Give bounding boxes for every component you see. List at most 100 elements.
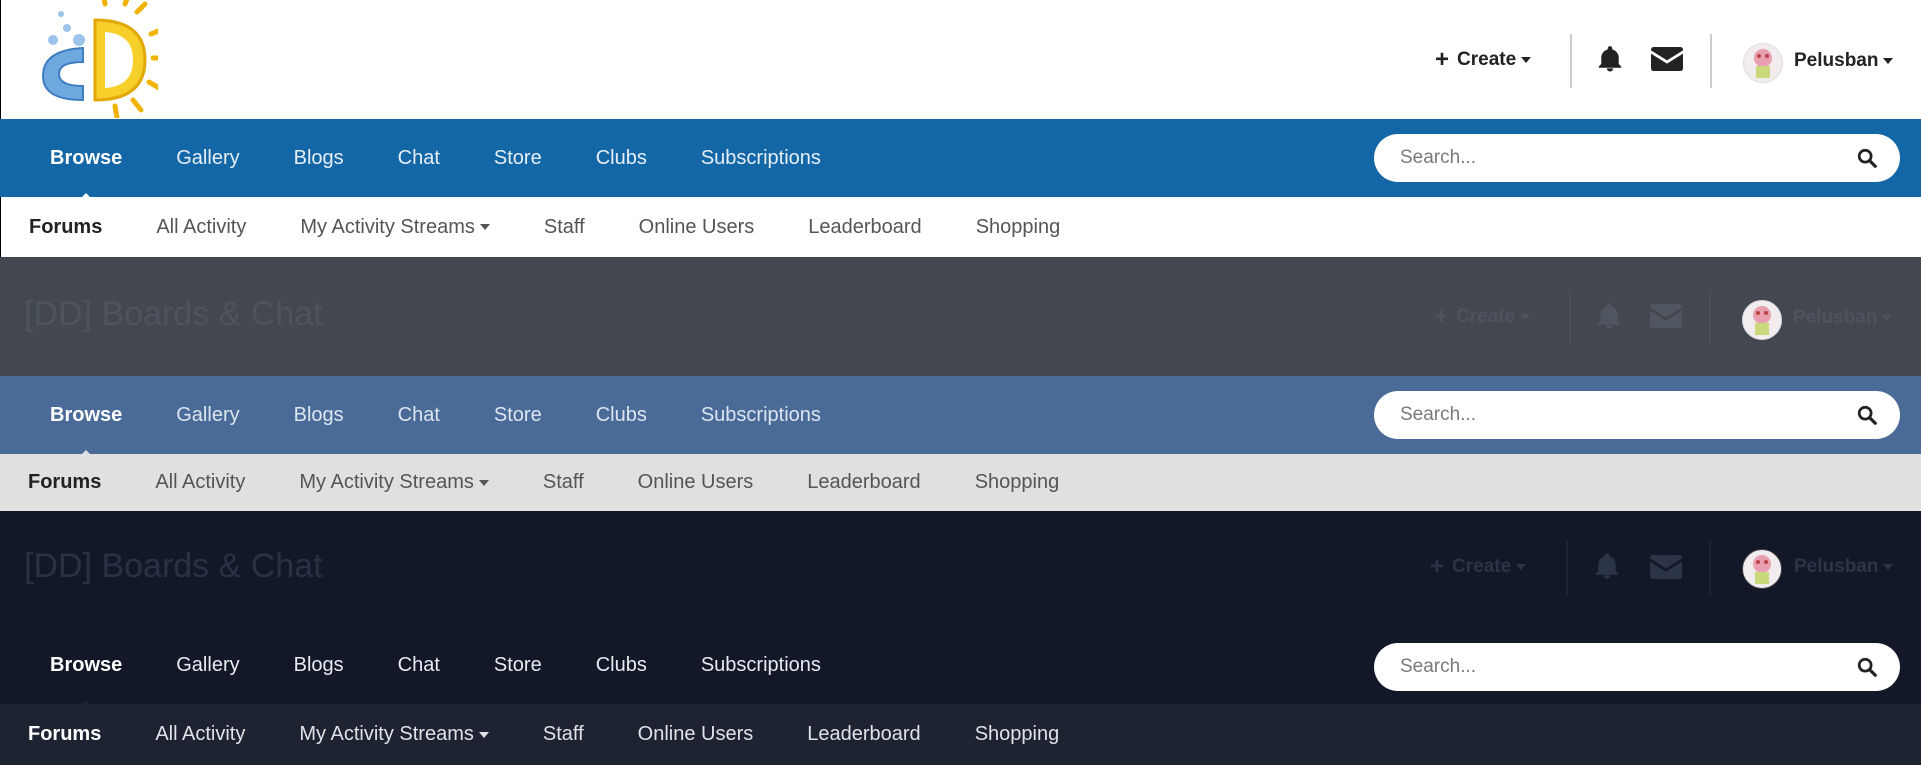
- caret-down-icon: [478, 479, 489, 486]
- user-menu[interactable]: Pelusban: [1794, 50, 1894, 72]
- site-title[interactable]: [DD] Boards & Chat: [24, 547, 323, 586]
- subnav-shopping[interactable]: Shopping: [976, 216, 1061, 239]
- nav-store[interactable]: Store: [494, 404, 542, 427]
- subnav-online-users[interactable]: Online Users: [639, 216, 755, 239]
- caret-down-icon: [1516, 564, 1527, 570]
- separator: [1570, 34, 1572, 88]
- nav-clubs[interactable]: Clubs: [596, 654, 647, 677]
- subnav-staff[interactable]: Staff: [544, 216, 585, 239]
- caret-down-icon: [479, 224, 490, 230]
- subnav-forums[interactable]: Forums: [28, 471, 101, 494]
- nav-store[interactable]: Store: [494, 654, 542, 677]
- header-light: + Create Pelusban: [0, 0, 1921, 119]
- search-input[interactable]: [1398, 146, 1822, 170]
- nav-subscriptions[interactable]: Subscriptions: [701, 404, 821, 427]
- separator: [1709, 291, 1711, 345]
- subnav-online-users[interactable]: Online Users: [638, 471, 754, 494]
- avatar[interactable]: [1742, 300, 1782, 340]
- subnav-shopping[interactable]: Shopping: [975, 723, 1060, 746]
- subnav-all-activity[interactable]: All Activity: [156, 216, 246, 239]
- sub-nav-slate: Forums All Activity My Activity Streams …: [0, 454, 1921, 511]
- nav-browse[interactable]: Browse: [50, 147, 122, 170]
- envelope-icon[interactable]: [1651, 46, 1683, 72]
- plus-icon: +: [1434, 303, 1449, 330]
- avatar-image: [1753, 555, 1771, 584]
- create-label: Create: [1456, 306, 1516, 327]
- caret-down-icon: [1882, 315, 1893, 321]
- caret-down-icon: [1883, 564, 1894, 570]
- username: Pelusban: [1793, 307, 1878, 328]
- envelope-icon[interactable]: [1650, 554, 1682, 580]
- search-bar: [1374, 643, 1900, 691]
- subnav-staff[interactable]: Staff: [543, 723, 584, 746]
- plus-icon: +: [1430, 553, 1445, 580]
- nav-chat[interactable]: Chat: [398, 654, 440, 677]
- sub-nav-dark: Forums All Activity My Activity Streams …: [0, 704, 1921, 765]
- subnav-forums[interactable]: Forums: [29, 216, 102, 239]
- envelope-icon[interactable]: [1650, 303, 1682, 329]
- username: Pelusban: [1794, 556, 1879, 577]
- subnav-my-activity-streams[interactable]: My Activity Streams: [299, 723, 489, 746]
- search-icon[interactable]: [1856, 404, 1878, 426]
- subnav-all-activity[interactable]: All Activity: [155, 723, 245, 746]
- bell-icon[interactable]: [1594, 301, 1624, 331]
- site-logo[interactable]: [33, 0, 158, 118]
- search-input[interactable]: [1398, 403, 1822, 427]
- subnav-all-activity[interactable]: All Activity: [155, 471, 245, 494]
- subnav-my-activity-streams-label: My Activity Streams: [300, 215, 475, 238]
- header-dark: [DD] Boards & Chat + Create Pelusban: [0, 511, 1921, 630]
- subnav-staff[interactable]: Staff: [543, 471, 584, 494]
- main-nav-slate: Browse Gallery Blogs Chat Store Clubs Su…: [0, 376, 1921, 454]
- create-menu[interactable]: + Create: [1430, 553, 1527, 580]
- nav-blogs[interactable]: Blogs: [294, 147, 344, 170]
- nav-clubs[interactable]: Clubs: [596, 147, 647, 170]
- subnav-forums[interactable]: Forums: [28, 723, 101, 746]
- avatar[interactable]: [1743, 43, 1783, 83]
- nav-browse[interactable]: Browse: [50, 654, 122, 677]
- nav-gallery[interactable]: Gallery: [176, 654, 239, 677]
- user-menu[interactable]: Pelusban: [1794, 556, 1894, 578]
- site-title[interactable]: [DD] Boards & Chat: [24, 295, 323, 334]
- subnav-shopping[interactable]: Shopping: [975, 471, 1060, 494]
- user-menu[interactable]: Pelusban: [1793, 307, 1893, 329]
- nav-gallery[interactable]: Gallery: [176, 404, 239, 427]
- separator: [1566, 541, 1568, 595]
- nav-browse[interactable]: Browse: [50, 404, 122, 427]
- subnav-leaderboard[interactable]: Leaderboard: [807, 723, 920, 746]
- main-nav-light: Browse Gallery Blogs Chat Store Clubs Su…: [0, 119, 1921, 197]
- nav-gallery[interactable]: Gallery: [176, 147, 239, 170]
- caret-down-icon: [478, 731, 489, 738]
- bell-icon[interactable]: [1592, 551, 1622, 581]
- subnav-online-users[interactable]: Online Users: [638, 723, 754, 746]
- subnav-my-activity-streams[interactable]: My Activity Streams: [300, 215, 490, 239]
- create-label: Create: [1452, 556, 1512, 577]
- subnav-my-activity-streams[interactable]: My Activity Streams: [299, 471, 489, 494]
- subnav-my-activity-streams-label: My Activity Streams: [299, 723, 474, 745]
- create-label: Create: [1457, 49, 1517, 70]
- caret-down-icon: [1520, 314, 1531, 320]
- nav-blogs[interactable]: Blogs: [294, 404, 344, 427]
- nav-store[interactable]: Store: [494, 147, 542, 170]
- avatar[interactable]: [1742, 549, 1782, 589]
- search-icon[interactable]: [1856, 147, 1878, 169]
- bell-icon[interactable]: [1595, 44, 1625, 74]
- nav-blogs[interactable]: Blogs: [294, 654, 344, 677]
- search-input[interactable]: [1398, 655, 1822, 679]
- create-menu[interactable]: + Create: [1435, 48, 1532, 72]
- subnav-leaderboard[interactable]: Leaderboard: [807, 471, 920, 494]
- caret-down-icon: [1521, 57, 1532, 63]
- nav-clubs[interactable]: Clubs: [596, 404, 647, 427]
- nav-chat[interactable]: Chat: [398, 404, 440, 427]
- separator: [1569, 291, 1571, 345]
- nav-chat[interactable]: Chat: [398, 147, 440, 170]
- caret-down-icon: [1883, 58, 1894, 64]
- separator: [1710, 34, 1712, 88]
- subnav-leaderboard[interactable]: Leaderboard: [808, 216, 921, 239]
- nav-subscriptions[interactable]: Subscriptions: [701, 654, 821, 677]
- separator: [1709, 541, 1711, 595]
- main-nav-dark: Browse Gallery Blogs Chat Store Clubs Su…: [0, 626, 1921, 704]
- create-menu[interactable]: + Create: [1434, 303, 1531, 330]
- nav-subscriptions[interactable]: Subscriptions: [701, 147, 821, 170]
- search-bar: [1374, 134, 1900, 182]
- search-icon[interactable]: [1856, 656, 1878, 678]
